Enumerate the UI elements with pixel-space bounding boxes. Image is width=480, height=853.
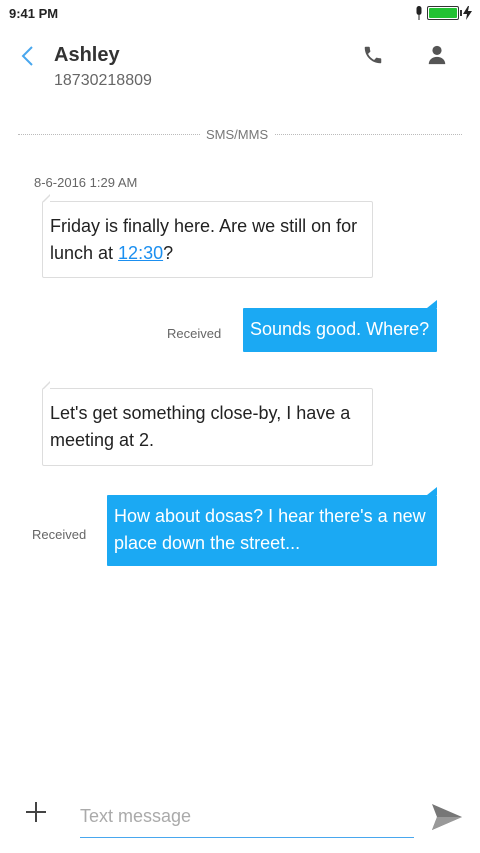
outgoing-message[interactable]: Sounds good. Where? [243,300,437,352]
message-text: How about dosas? I hear there's a new pl… [114,506,426,553]
message-timestamp: 8-6-2016 1:29 AM [34,175,138,190]
back-arrow-icon[interactable] [18,44,36,68]
delivery-status: Received [32,527,87,542]
battery-icon [427,6,462,20]
contact-icon[interactable] [426,44,448,66]
message-input[interactable] [80,800,414,838]
message-text: Sounds good. Where? [250,319,430,339]
message-text: Let's get something close-by, I have a m… [50,403,351,450]
time-link[interactable]: 12:30 [118,243,163,263]
contact-name: Ashley [54,44,120,66]
incoming-message[interactable]: Friday is finally here. Are we still on … [42,194,373,278]
outgoing-message[interactable]: How about dosas? I hear there's a new pl… [107,487,437,566]
message-text: Friday is finally here. Are we still on … [50,216,358,263]
conversation-header: Ashley 18730218809 [0,28,480,108]
mic-icon [416,6,422,20]
delivery-status: Received [167,326,222,341]
message-type-label: SMS/MMS [200,127,275,142]
phone-icon[interactable] [362,44,384,66]
status-time: 9:41 PM [9,6,59,21]
incoming-message[interactable]: Let's get something close-by, I have a m… [42,381,373,466]
charging-icon [463,6,472,20]
status-icons [415,6,472,20]
plus-icon[interactable] [24,800,48,824]
send-icon[interactable] [430,800,464,834]
message-text: ? [163,243,174,263]
status-bar: 9:41 PM [0,0,480,28]
contact-number: 18730218809 [54,72,152,89]
